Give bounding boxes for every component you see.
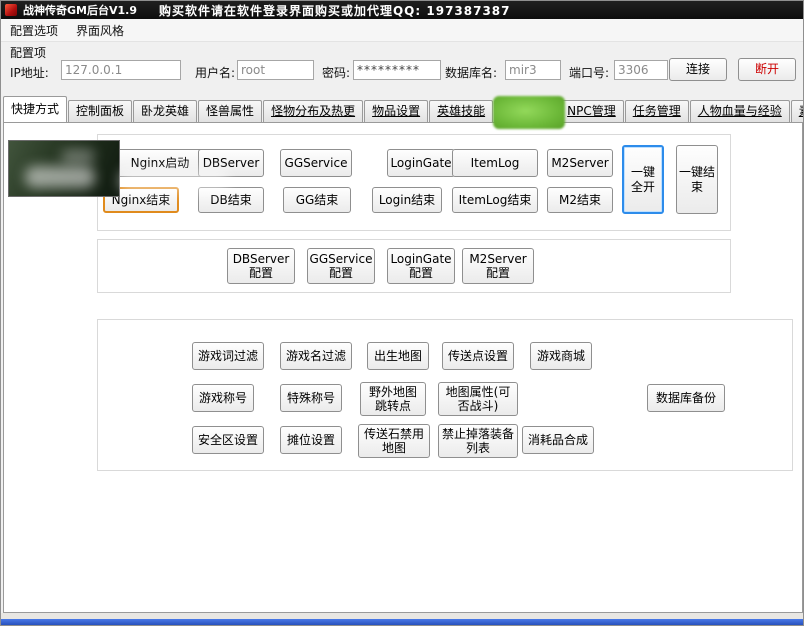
config-group-label: 配置项	[10, 44, 46, 61]
special-title-button[interactable]: 特殊称号	[280, 384, 342, 412]
server-control-group: Nginx启动 DBServer GGService LoginGate Ite…	[97, 134, 731, 231]
stop-gg-button[interactable]: GG结束	[283, 187, 351, 213]
tab-material-hotupdate[interactable]: 素材热更	[791, 100, 804, 122]
database-backup-button[interactable]: 数据库备份	[647, 384, 725, 412]
disconnect-button[interactable]: 断开	[738, 58, 796, 81]
no-drop-equipment-button[interactable]: 禁止掉落装备列表	[438, 424, 518, 458]
tab-bar: 快捷方式 控制面板 卧龙英雄 怪兽属性 怪物分布及热更 物品设置 英雄技能 玩家…	[3, 97, 801, 122]
user-input[interactable]	[237, 60, 314, 80]
game-tools-group: 游戏词过滤 游戏名过滤 出生地图 传送点设置 游戏商城 游戏称号 特殊称号 野外…	[97, 319, 793, 471]
stall-settings-button[interactable]: 摊位设置	[280, 426, 342, 454]
consumable-synthesis-button[interactable]: 消耗品合成	[522, 426, 594, 454]
m2server-config-button[interactable]: M2Server 配置	[462, 248, 534, 284]
menu-ui-style[interactable]: 界面风格	[67, 19, 133, 42]
start-m2server-button[interactable]: M2Server	[547, 149, 613, 177]
database-label: 数据库名:	[445, 64, 497, 81]
password-input[interactable]	[353, 60, 441, 80]
start-nginx-button[interactable]: Nginx启动	[112, 149, 208, 177]
connect-button[interactable]: 连接	[669, 58, 727, 81]
birth-map-button[interactable]: 出生地图	[367, 342, 429, 370]
safe-zone-button[interactable]: 安全区设置	[192, 426, 264, 454]
tab-item-settings[interactable]: 物品设置	[364, 100, 428, 122]
start-itemlog-button[interactable]: ItemLog	[452, 149, 538, 177]
user-label: 用户名:	[195, 64, 235, 81]
stop-login-button[interactable]: Login结束	[372, 187, 442, 213]
map-attribute-button[interactable]: 地图属性(可否战斗)	[438, 382, 518, 416]
app-window: 战神传奇GM后台V1.9 购买软件请在软件登录界面购买或加代理QQ: 19738…	[0, 0, 804, 626]
ip-label: IP地址:	[10, 64, 49, 81]
word-filter-button[interactable]: 游戏词过滤	[192, 342, 264, 370]
tab-task-management[interactable]: 任务管理	[625, 100, 689, 122]
game-shop-button[interactable]: 游戏商城	[530, 342, 592, 370]
ggservice-config-button[interactable]: GGService 配置	[307, 248, 375, 284]
tab-control-panel[interactable]: 控制面板	[68, 100, 132, 122]
ip-input[interactable]	[61, 60, 181, 80]
start-ggservice-button[interactable]: GGService	[280, 149, 352, 177]
game-title-button[interactable]: 游戏称号	[192, 384, 254, 412]
port-input[interactable]	[614, 60, 668, 80]
dbserver-config-button[interactable]: DBServer 配置	[227, 248, 295, 284]
preview-image	[8, 140, 120, 197]
teleport-point-button[interactable]: 传送点设置	[442, 342, 514, 370]
teleport-stone-ban-button[interactable]: 传送石禁用地图	[358, 424, 430, 458]
wild-map-jump-button[interactable]: 野外地图 跳转点	[360, 382, 426, 416]
tab-hero-skills[interactable]: 英雄技能	[429, 100, 493, 122]
title-bar: 战神传奇GM后台V1.9 购买软件请在软件登录界面购买或加代理QQ: 19738…	[1, 1, 803, 19]
name-filter-button[interactable]: 游戏名过滤	[280, 342, 352, 370]
password-label: 密码:	[322, 64, 350, 81]
tab-shortcuts[interactable]: 快捷方式	[3, 96, 67, 122]
server-config-group: DBServer 配置 GGService 配置 LoginGate 配置 M2…	[97, 239, 731, 293]
tab-hp-exp[interactable]: 人物血量与经验	[690, 100, 790, 122]
tab-player-skills[interactable]: 玩家技能	[494, 100, 558, 122]
taskbar-strip	[1, 619, 803, 626]
logingate-config-button[interactable]: LoginGate 配置	[387, 248, 455, 284]
database-input[interactable]	[505, 60, 561, 80]
stop-itemlog-button[interactable]: ItemLog结束	[452, 187, 538, 213]
tab-wolong-heroes[interactable]: 卧龙英雄	[133, 100, 197, 122]
title-notice: 购买软件请在软件登录界面购买或加代理QQ: 197387387	[159, 2, 511, 19]
stop-m2-button[interactable]: M2结束	[547, 187, 613, 213]
one-click-stop-all-button[interactable]: 一键结束	[676, 145, 718, 214]
port-label: 端口号:	[569, 64, 609, 81]
app-icon	[5, 4, 17, 16]
tab-monster-distribution[interactable]: 怪物分布及热更	[263, 100, 363, 122]
start-dbserver-button[interactable]: DBServer	[198, 149, 264, 177]
stop-db-button[interactable]: DB结束	[198, 187, 264, 213]
tab-monster-attributes[interactable]: 怪兽属性	[198, 100, 262, 122]
menu-bar: 配置选项 界面风格	[1, 19, 803, 42]
one-click-start-all-button[interactable]: 一键全开	[622, 145, 664, 214]
window-title: 战神传奇GM后台V1.9	[23, 2, 137, 18]
tab-npc-management[interactable]: NPC管理	[559, 100, 624, 122]
menu-config-options[interactable]: 配置选项	[1, 19, 67, 42]
start-logingate-button[interactable]: LoginGate	[387, 149, 455, 177]
